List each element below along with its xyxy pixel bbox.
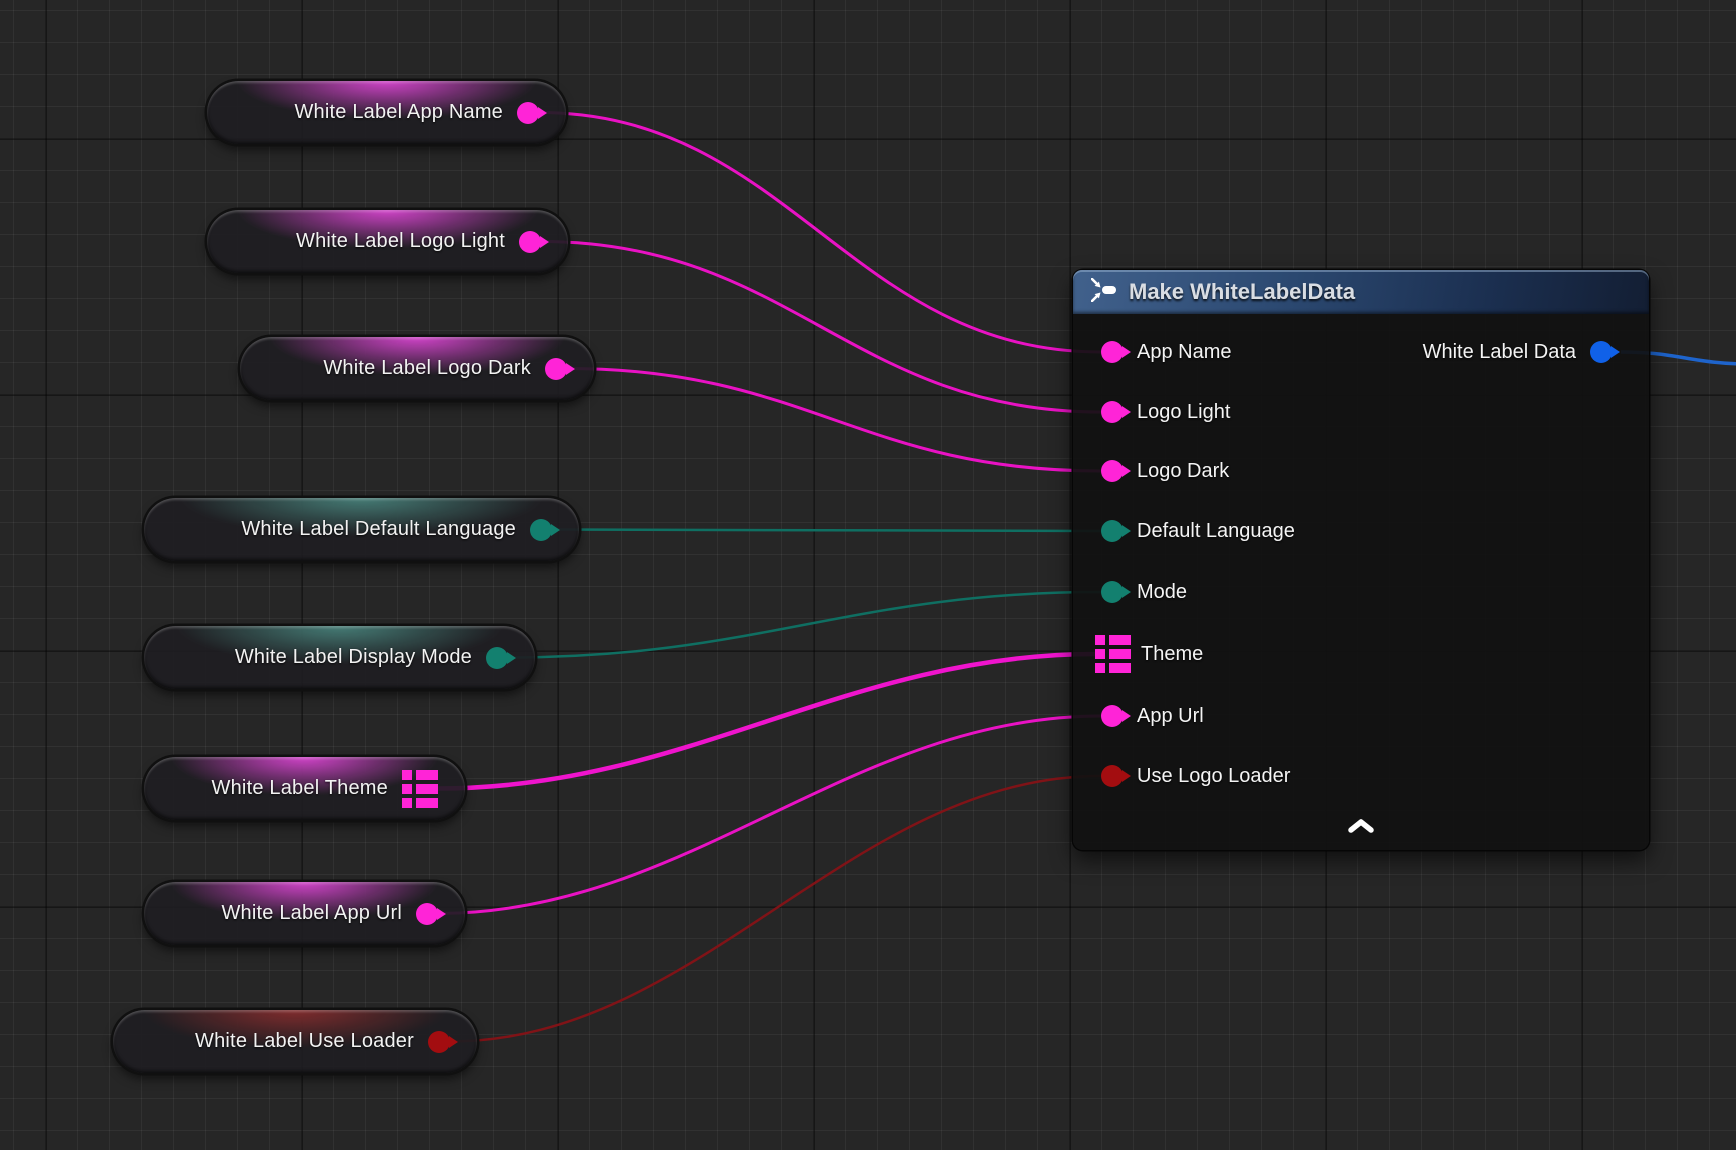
output-pin[interactable] [1101, 581, 1123, 603]
wire-app-name[interactable] [539, 113, 1101, 353]
variable-node-label: White Label Logo Light [296, 230, 505, 253]
struct-pin-cell [416, 784, 438, 794]
output-pin[interactable] [1590, 341, 1612, 363]
input-pin-row: App Name [1073, 335, 1232, 369]
variable-node-label: White Label Default Language [241, 518, 516, 541]
output-pin[interactable] [416, 903, 438, 925]
collapse-pins-button[interactable] [1344, 818, 1378, 838]
input-pin-row: Default Language [1073, 514, 1295, 548]
output-pin[interactable] [530, 519, 552, 541]
output-pin[interactable] [517, 102, 539, 124]
struct-pin-cell [402, 784, 412, 794]
variable-node-label: White Label Use Loader [195, 1030, 414, 1053]
variable-node-label: White Label Display Mode [235, 646, 472, 669]
wire-use-loader[interactable] [450, 776, 1101, 1042]
wire-logo-dark[interactable] [567, 369, 1101, 472]
wire-default-language[interactable] [552, 530, 1101, 532]
struct-pin-cell [1095, 635, 1105, 645]
output-pin[interactable] [1101, 705, 1123, 727]
make-node[interactable]: Make WhiteLabelData App Name Logo Light Log… [1073, 270, 1649, 850]
input-pin-label: App Url [1137, 705, 1204, 728]
input-pin-row: Use Logo Loader [1073, 759, 1290, 793]
output-pin-row: White Label Data [1423, 335, 1649, 369]
output-pin[interactable] [1101, 765, 1123, 787]
variable-node-display-mode[interactable]: White Label Display Mode [144, 626, 535, 689]
variable-node-logo-dark[interactable]: White Label Logo Dark [240, 337, 594, 400]
output-pin[interactable] [1101, 460, 1123, 482]
output-pin[interactable] [1101, 520, 1123, 542]
variable-node-label: White Label App Name [294, 101, 503, 124]
output-pin[interactable] [519, 231, 541, 253]
struct-pin-icon[interactable] [1095, 635, 1131, 673]
chevron-up-icon [1346, 818, 1376, 839]
output-pin[interactable] [1101, 341, 1123, 363]
input-pin-label: Default Language [1137, 520, 1295, 543]
struct-pin-cell [1109, 635, 1131, 645]
variable-node-logo-light[interactable]: White Label Logo Light [207, 210, 568, 273]
variable-node-use-loader[interactable]: White Label Use Loader [113, 1010, 477, 1073]
struct-pin-icon[interactable] [402, 770, 438, 808]
input-pin-row: Theme [1073, 637, 1203, 671]
struct-pin-cell [416, 770, 438, 780]
graph-canvas[interactable]: White Label App Name White Label Logo Lig… [0, 0, 1736, 1150]
wire-app-url[interactable] [438, 716, 1101, 914]
struct-pin-cell [1109, 663, 1131, 673]
struct-pin-cell [1095, 663, 1105, 673]
variable-node-theme[interactable]: White Label Theme [144, 757, 465, 820]
output-pin[interactable] [545, 358, 567, 380]
variable-node-label: White Label Logo Dark [323, 357, 531, 380]
variable-node-default-language[interactable]: White Label Default Language [144, 498, 579, 561]
output-pin[interactable] [1101, 401, 1123, 423]
variable-node-app-name[interactable]: White Label App Name [207, 81, 566, 144]
make-node-title: Make WhiteLabelData [1129, 279, 1355, 305]
input-pin-row: App Url [1073, 699, 1204, 733]
input-pin-label: Use Logo Loader [1137, 765, 1290, 788]
output-pin[interactable] [428, 1031, 450, 1053]
input-pin-row: Logo Dark [1073, 454, 1229, 488]
wire-logo-light[interactable] [541, 242, 1101, 413]
wire-theme[interactable] [438, 654, 1096, 789]
struct-pin-cell [402, 770, 412, 780]
input-pin-label: Logo Light [1137, 401, 1230, 424]
input-pin-row: Mode [1073, 575, 1187, 609]
make-node-header[interactable]: Make WhiteLabelData [1073, 270, 1649, 314]
output-pin[interactable] [486, 647, 508, 669]
input-pin-label: Mode [1137, 581, 1187, 604]
output-pin-label: White Label Data [1423, 341, 1576, 364]
variable-node-label: White Label App Url [221, 902, 402, 925]
struct-pin-cell [1095, 649, 1105, 659]
variable-node-label: White Label Theme [212, 777, 388, 800]
input-pin-label: Theme [1141, 643, 1203, 666]
input-pin-label: Logo Dark [1137, 460, 1229, 483]
struct-pin-cell [402, 798, 412, 808]
struct-pin-cell [416, 798, 438, 808]
make-struct-icon [1091, 278, 1117, 307]
variable-node-app-url[interactable]: White Label App Url [144, 882, 465, 945]
input-pin-label: App Name [1137, 341, 1232, 364]
input-pin-row: Logo Light [1073, 395, 1230, 429]
wire-display-mode[interactable] [508, 592, 1101, 658]
struct-pin-cell [1109, 649, 1131, 659]
